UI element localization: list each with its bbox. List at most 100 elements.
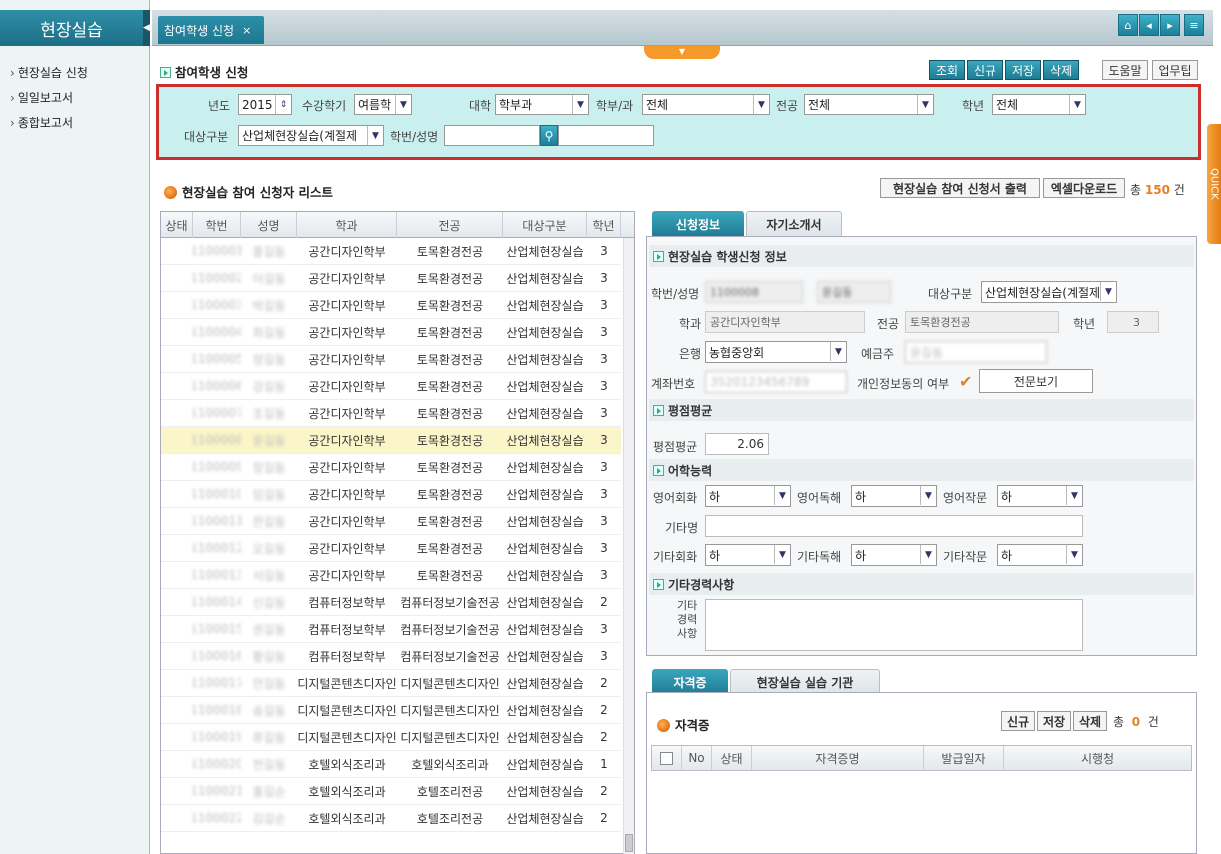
cert-col-issuer[interactable]: 시행청	[1004, 746, 1191, 770]
chevron-down-icon[interactable]: ▼	[920, 545, 936, 564]
chevron-down-icon[interactable]: ▼	[1066, 486, 1082, 505]
cert-col-status[interactable]: 상태	[712, 746, 752, 770]
other-conv-select[interactable]: 하 ▼	[705, 544, 791, 566]
checkbox-icon[interactable]	[660, 751, 673, 765]
sidebar-item-summary-report[interactable]: › 종합보고서	[10, 114, 73, 131]
consent-checkbox-checked-icon[interactable]: ✔	[959, 372, 972, 391]
cert-select-all[interactable]	[652, 746, 682, 770]
col-dept[interactable]: 학과	[297, 212, 397, 238]
cert-save-button[interactable]: 저장	[1037, 711, 1071, 731]
next-tab-icon[interactable]: ▸	[1160, 14, 1180, 36]
dept-select[interactable]: 전체 ▼	[642, 94, 770, 115]
student-name-input[interactable]	[558, 125, 654, 146]
stepper-icon[interactable]: ⇕	[275, 95, 291, 114]
chevron-down-icon[interactable]: ▼	[774, 486, 790, 505]
student-id-input[interactable]	[444, 125, 540, 146]
semester-select[interactable]: 여름학 ▼	[354, 94, 412, 115]
col-student-id[interactable]: 학번	[193, 212, 241, 238]
tab-participant-apply[interactable]: 참여학생 신청 ×	[158, 16, 264, 44]
delete-button[interactable]: 삭제	[1043, 60, 1079, 80]
chevron-down-icon[interactable]: ▼	[917, 95, 933, 114]
chevron-down-icon[interactable]: ▼	[1100, 282, 1116, 301]
chevron-down-icon[interactable]: ▼	[774, 545, 790, 564]
cert-col-name[interactable]: 자격증명	[752, 746, 924, 770]
target-select[interactable]: 산업체현장실습(계절제 ▼	[238, 125, 384, 146]
table-row[interactable]: 1100012 오길동 공간디자인학부 토목환경전공 산업체현장실습 3	[161, 535, 621, 562]
table-row[interactable]: 1100001 홍길동 공간디자인학부 토목환경전공 산업체현장실습 3	[161, 238, 621, 265]
table-row[interactable]: 1100003 박길동 공간디자인학부 토목환경전공 산업체현장실습 3	[161, 292, 621, 319]
table-row[interactable]: 1100014 신길동 컴퓨터정보학부 컴퓨터정보기술전공 산업체현장실습 2	[161, 589, 621, 616]
other-read-select[interactable]: 하 ▼	[851, 544, 937, 566]
other-name-input[interactable]	[705, 515, 1083, 537]
table-row[interactable]: 1100005 정길동 공간디자인학부 토목환경전공 산업체현장실습 3	[161, 346, 621, 373]
account-field[interactable]: 3520123456789	[705, 371, 847, 393]
grade-select[interactable]: 전체 ▼	[992, 94, 1086, 115]
prev-tab-icon[interactable]: ◂	[1139, 14, 1159, 36]
bank-select[interactable]: 농협중앙회 ▼	[705, 341, 847, 363]
cert-col-no[interactable]: No	[682, 746, 712, 770]
table-row[interactable]: 1100004 최길동 공간디자인학부 토목환경전공 산업체현장실습 3	[161, 319, 621, 346]
print-application-button[interactable]: 현장실습 참여 신청서 출력	[880, 178, 1040, 198]
other-write-select[interactable]: 하 ▼	[997, 544, 1083, 566]
tab-list-icon[interactable]: ≡	[1184, 14, 1204, 36]
table-row[interactable]: 1100010 임길동 공간디자인학부 토목환경전공 산업체현장실습 3	[161, 481, 621, 508]
new-button[interactable]: 신규	[967, 60, 1003, 80]
cert-delete-button[interactable]: 삭제	[1073, 711, 1107, 731]
chevron-down-icon[interactable]: ▼	[920, 486, 936, 505]
scrollbar-thumb[interactable]	[625, 834, 633, 852]
major-select[interactable]: 전체 ▼	[804, 94, 934, 115]
col-grade[interactable]: 학년	[587, 212, 621, 238]
tab-apply-info[interactable]: 신청정보	[652, 211, 744, 237]
col-status[interactable]: 상태	[161, 212, 193, 238]
table-row[interactable]: 1100011 한길동 공간디자인학부 토목환경전공 산업체현장실습 3	[161, 508, 621, 535]
table-row[interactable]: 1100006 강길동 공간디자인학부 토목환경전공 산업체현장실습 3	[161, 373, 621, 400]
tab-self-intro[interactable]: 자기소개서	[746, 211, 842, 237]
table-row[interactable]: 1100007 조길동 공간디자인학부 토목환경전공 산업체현장실습 3	[161, 400, 621, 427]
sidebar-collapse-icon[interactable]: ◀	[143, 10, 150, 46]
eng-conv-select[interactable]: 하 ▼	[705, 485, 791, 507]
year-stepper[interactable]: 2015 ⇕	[238, 94, 292, 115]
col-major[interactable]: 전공	[397, 212, 503, 238]
table-row[interactable]: 1100015 권길동 컴퓨터정보학부 컴퓨터정보기술전공 산업체현장실습 3	[161, 616, 621, 643]
sidebar-item-field-practice-apply[interactable]: › 현장실습 신청	[10, 64, 88, 81]
toggle-search-icon[interactable]: ▼	[644, 46, 720, 59]
excel-download-button[interactable]: 엑셀다운로드	[1043, 178, 1125, 198]
target-select[interactable]: 산업체현장실습(계절제 ▼	[981, 281, 1117, 303]
table-row[interactable]: 1100009 장길동 공간디자인학부 토목환경전공 산업체현장실습 3	[161, 454, 621, 481]
eng-write-select[interactable]: 하 ▼	[997, 485, 1083, 507]
home-icon[interactable]: ⌂	[1118, 14, 1138, 36]
chevron-down-icon[interactable]: ▼	[753, 95, 769, 114]
col-target[interactable]: 대상구분	[503, 212, 587, 238]
holder-field[interactable]: 윤길동	[905, 341, 1047, 363]
sidebar-item-daily-report[interactable]: › 일일보고서	[10, 89, 73, 106]
table-row[interactable]: 1100022 김길순 호텔외식조리과 호텔조리전공 산업체현장실습 2	[161, 805, 621, 832]
quick-menu-tab[interactable]: QUICK	[1207, 124, 1221, 244]
eng-read-select[interactable]: 하 ▼	[851, 485, 937, 507]
cert-new-button[interactable]: 신규	[1001, 711, 1035, 731]
chevron-down-icon[interactable]: ▼	[1069, 95, 1085, 114]
table-row[interactable]: 1100021 홍길순 호텔외식조리과 호텔조리전공 산업체현장실습 2	[161, 778, 621, 805]
search-icon[interactable]: ⚲	[540, 125, 558, 146]
table-row[interactable]: 1100019 류길동 디지털콘텐츠디자인 디지털콘텐츠디자인 산업체현장실습 2	[161, 724, 621, 751]
table-row[interactable]: 1100002 이길동 공간디자인학부 토목환경전공 산업체현장실습 3	[161, 265, 621, 292]
college-select[interactable]: 학부과 ▼	[495, 94, 589, 115]
close-icon[interactable]: ×	[242, 24, 251, 37]
search-button[interactable]: 조회	[929, 60, 965, 80]
chevron-down-icon[interactable]: ▼	[1066, 545, 1082, 564]
table-row[interactable]: 1100008 윤길동 공간디자인학부 토목환경전공 산업체현장실습 3	[161, 427, 621, 454]
table-row[interactable]: 1100013 서길동 공간디자인학부 토목환경전공 산업체현장실습 3	[161, 562, 621, 589]
career-textarea[interactable]	[705, 599, 1083, 651]
table-row[interactable]: 1100016 황길동 컴퓨터정보학부 컴퓨터정보기술전공 산업체현장실습 3	[161, 643, 621, 670]
table-row[interactable]: 1100017 안길동 디지털콘텐츠디자인 디지털콘텐츠디자인 산업체현장실습 2	[161, 670, 621, 697]
chevron-down-icon[interactable]: ▼	[367, 126, 383, 145]
table-row[interactable]: 1100018 송길동 디지털콘텐츠디자인 디지털콘텐츠디자인 산업체현장실습 2	[161, 697, 621, 724]
gpa-field[interactable]: 2.06	[705, 433, 769, 455]
help-button[interactable]: 도움말	[1102, 60, 1148, 80]
chevron-down-icon[interactable]: ▼	[395, 95, 411, 114]
view-fulltext-button[interactable]: 전문보기	[979, 369, 1093, 393]
table-row[interactable]: 1100020 전길동 호텔외식조리과 호텔외식조리과 산업체현장실습 1	[161, 751, 621, 778]
col-name[interactable]: 성명	[241, 212, 297, 238]
grid-scrollbar[interactable]	[623, 238, 634, 854]
chevron-down-icon[interactable]: ▼	[572, 95, 588, 114]
cert-col-issue-date[interactable]: 발급일자	[924, 746, 1004, 770]
